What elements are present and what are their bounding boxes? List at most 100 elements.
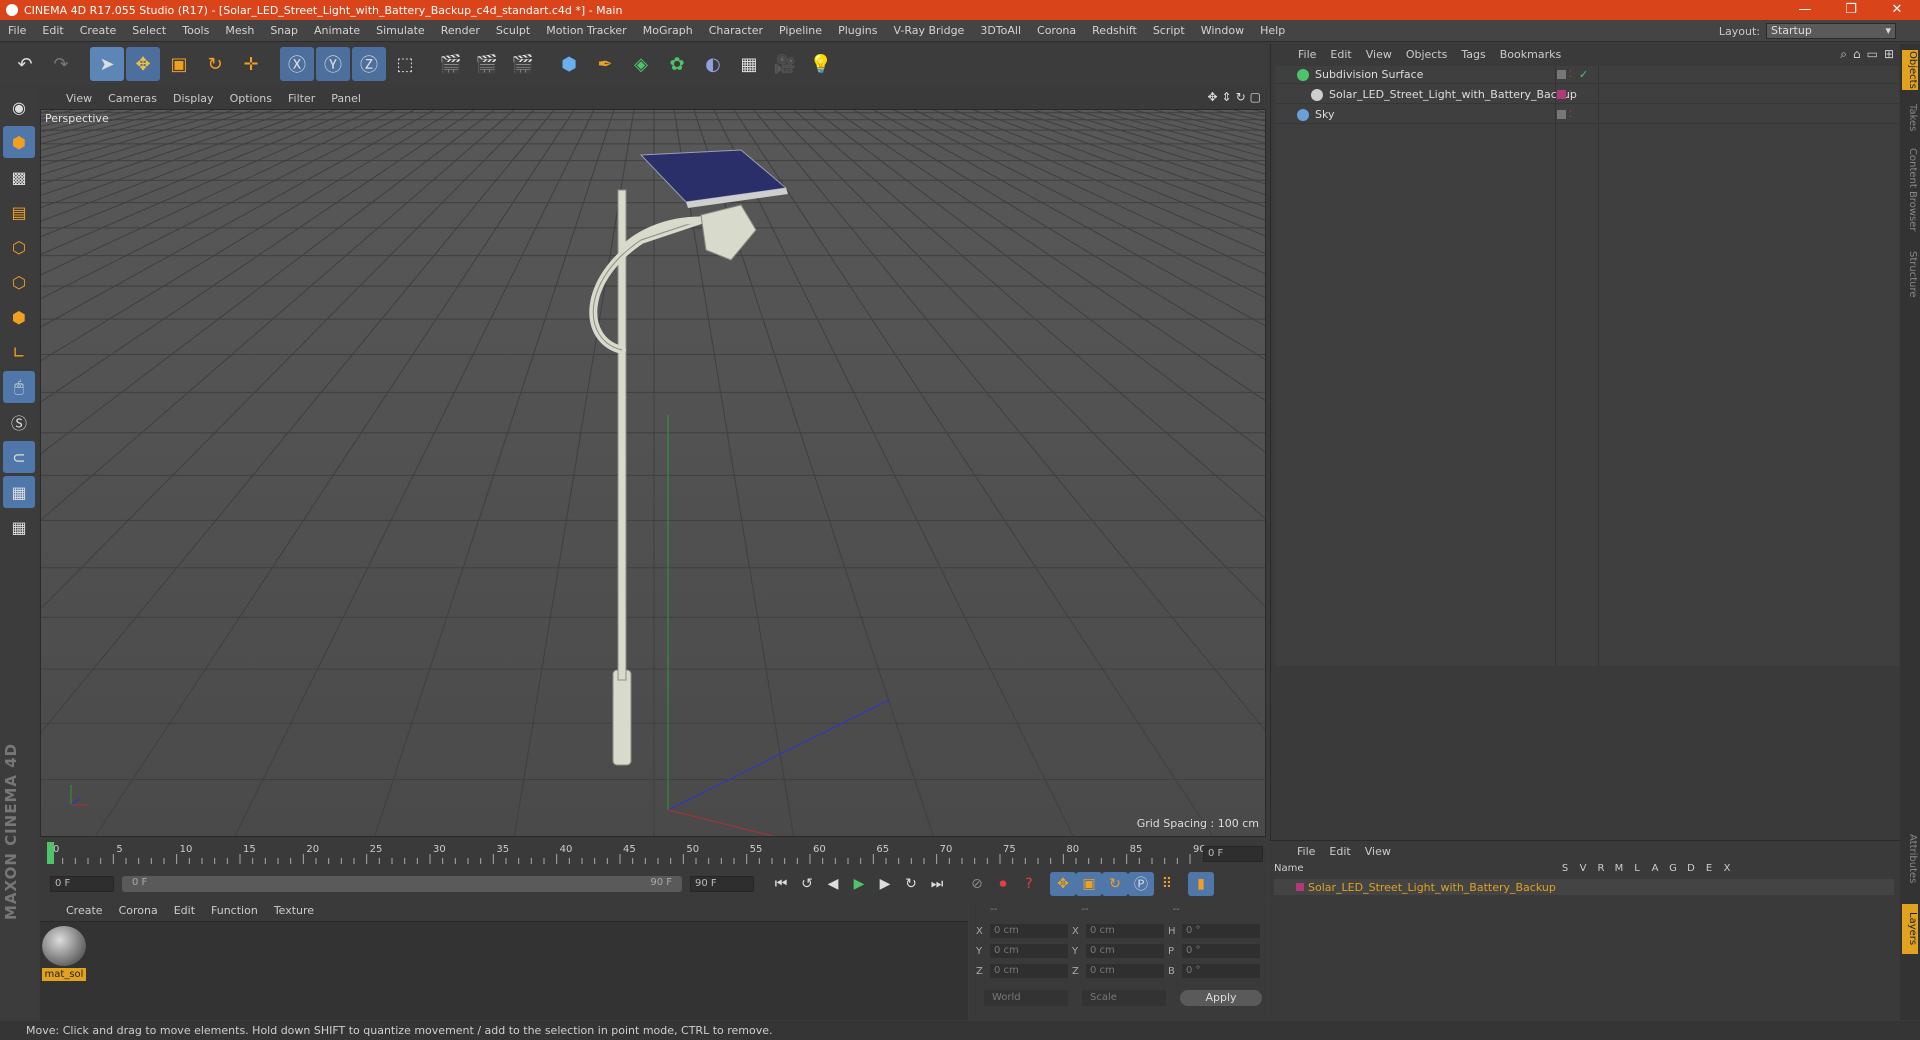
subdivision-button[interactable]: ◈	[624, 47, 658, 81]
material-preview[interactable]	[42, 926, 86, 966]
playhead-marker[interactable]	[47, 842, 54, 864]
key-rotation-button[interactable]: ↻	[1102, 872, 1128, 896]
rotate-view-icon[interactable]: ↻	[1236, 90, 1246, 104]
visibility-dots-icon[interactable]: ⁚	[1569, 70, 1572, 80]
goto-end-button[interactable]: ⏭	[924, 872, 950, 896]
key-position-button[interactable]: ✥	[1050, 872, 1076, 896]
key-param-button[interactable]: Ⓟ	[1128, 872, 1154, 896]
search-icon[interactable]: ⌕	[1840, 47, 1847, 62]
model-mode-button[interactable]: ⬢	[3, 126, 35, 158]
objects-menu-objects[interactable]: Objects	[1399, 48, 1455, 61]
menu-render[interactable]: Render	[433, 24, 488, 37]
menu-sculpt[interactable]: Sculpt	[488, 24, 538, 37]
timeline-layout-button[interactable]: ▮	[1188, 872, 1214, 896]
frame-range-slider[interactable]: 0 F 90 F	[122, 876, 682, 892]
cube-button[interactable]: ⬢	[552, 47, 586, 81]
viewport-menu-filter[interactable]: Filter	[280, 92, 323, 105]
expand-panel-icon[interactable]: ⊞	[1884, 47, 1894, 62]
points-mode-button[interactable]: ⬡	[3, 231, 35, 263]
material-menu-texture[interactable]: Texture	[266, 904, 322, 917]
object-row-subdivision-surface[interactable]: Subdivision Surface ⁚ ✓	[1275, 66, 1899, 84]
side-tab-content-browser[interactable]: Content Browser	[1902, 140, 1918, 240]
viewport-menu-view[interactable]: View	[58, 92, 100, 105]
material-menu-function[interactable]: Function	[203, 904, 266, 917]
y-axis-button[interactable]: Ⓨ	[316, 47, 350, 81]
x-axis-button[interactable]: Ⓧ	[280, 47, 314, 81]
coordinate-value-field[interactable]: 0 cm	[1086, 944, 1164, 958]
layers-menu-edit[interactable]: Edit	[1322, 845, 1357, 858]
scale-tool-button[interactable]: ▣	[162, 47, 196, 81]
move-view-icon[interactable]: ✥	[1207, 90, 1217, 104]
layers-menu-file[interactable]: File	[1290, 845, 1322, 858]
coordinate-value-field[interactable]: 0 cm	[990, 924, 1068, 938]
toggle-view-icon[interactable]: ▢	[1250, 90, 1261, 104]
live-select-button[interactable]: ✛	[234, 47, 268, 81]
restore-button[interactable]: ❐	[1828, 0, 1874, 20]
menu-animate[interactable]: Animate	[306, 24, 368, 37]
deformer-button[interactable]: ◐	[696, 47, 730, 81]
render-view-button[interactable]: 🎬	[434, 47, 468, 81]
object-name[interactable]: Sky	[1315, 108, 1334, 121]
snap-s-button[interactable]: Ⓢ	[3, 406, 35, 438]
home-icon[interactable]: ⌂	[1853, 47, 1861, 62]
key-scale-button[interactable]: ▣	[1076, 872, 1102, 896]
texture-mode-button[interactable]: ▩	[3, 161, 35, 193]
side-tab-objects[interactable]: Objects	[1902, 50, 1918, 90]
apply-button[interactable]: Apply	[1180, 990, 1262, 1006]
play-button[interactable]: ▶	[846, 872, 872, 896]
menu-3dtoall[interactable]: 3DToAll	[972, 24, 1029, 37]
menu-motion-tracker[interactable]: Motion Tracker	[538, 24, 634, 37]
material-menu-edit[interactable]: Edit	[166, 904, 203, 917]
redo-button[interactable]: ↷	[44, 47, 78, 81]
side-tab-attributes[interactable]: Attributes	[1902, 824, 1918, 894]
object-name[interactable]: Subdivision Surface	[1315, 68, 1423, 81]
select-tool-button[interactable]: ➤	[90, 47, 124, 81]
visibility-dots-icon[interactable]: ⁚	[1569, 110, 1572, 120]
coordinate-value-field[interactable]: 0 °	[1182, 924, 1260, 938]
viewport-menu-cameras[interactable]: Cameras	[100, 92, 165, 105]
close-button[interactable]: ✕	[1874, 0, 1920, 20]
rotate-tool-button[interactable]: ↻	[198, 47, 232, 81]
prev-frame-button[interactable]: ◀	[820, 872, 846, 896]
record-off-button[interactable]: ⊘	[964, 872, 990, 896]
prev-key-button[interactable]: ↺	[794, 872, 820, 896]
minimize-button[interactable]: —	[1782, 0, 1828, 20]
minimize-panel-icon[interactable]: ▭	[1867, 47, 1878, 62]
light-button[interactable]: 💡	[804, 47, 838, 81]
layer-name[interactable]: Solar_LED_Street_Light_with_Battery_Back…	[1308, 881, 1556, 894]
menu-script[interactable]: Script	[1145, 24, 1193, 37]
workplane-button[interactable]: ▤	[3, 196, 35, 228]
objects-menu-bookmarks[interactable]: Bookmarks	[1493, 48, 1568, 61]
coordinate-value-field[interactable]: 0 °	[1182, 964, 1260, 978]
objects-menu-edit[interactable]: Edit	[1323, 48, 1358, 61]
move-tool-button[interactable]: ✥	[126, 47, 160, 81]
menu-window[interactable]: Window	[1193, 24, 1252, 37]
side-tab-takes[interactable]: Takes	[1902, 100, 1918, 136]
lock-workplane-button[interactable]: ▦	[3, 476, 35, 508]
coordinate-system-button[interactable]: ⬚	[388, 47, 422, 81]
perspective-viewport[interactable]: Perspective Grid Spacing : 100 cm	[40, 109, 1266, 837]
visibility-dots-icon[interactable]: ⁚	[1569, 90, 1572, 100]
menu-redshift[interactable]: Redshift	[1084, 24, 1145, 37]
viewport-menu-options[interactable]: Options	[222, 92, 280, 105]
make-editable-button[interactable]: ◉	[3, 91, 35, 123]
menu-corona[interactable]: Corona	[1029, 24, 1084, 37]
menu-pipeline[interactable]: Pipeline	[771, 24, 830, 37]
timeline-ruler[interactable]: 0 5 10 15 20 25 30 35 40 45 50 55 60 65 70 75 80 85 90 0 F	[40, 840, 1267, 868]
undo-button[interactable]: ↶	[8, 47, 42, 81]
current-frame-field[interactable]: 0 F	[1203, 846, 1263, 862]
viewport-menu-panel[interactable]: Panel	[323, 92, 369, 105]
start-frame-field[interactable]: 0 F	[50, 876, 114, 892]
polygons-mode-button[interactable]: ⬢	[3, 301, 35, 333]
coordinate-value-field[interactable]: 0 cm	[990, 964, 1068, 978]
viewport-menu-display[interactable]: Display	[165, 92, 222, 105]
object-name[interactable]: Solar_LED_Street_Light_with_Battery_Back…	[1329, 88, 1577, 101]
floor-button[interactable]: ▦	[732, 47, 766, 81]
menu-mograph[interactable]: MoGraph	[635, 24, 701, 37]
coordinate-mode-dropdown[interactable]: World	[984, 990, 1068, 1006]
coordinate-value-field[interactable]: 0 cm	[1086, 924, 1164, 938]
layout-dropdown[interactable]: Startup	[1766, 23, 1896, 39]
side-tab-layers[interactable]: Layers	[1902, 904, 1918, 954]
menu-create[interactable]: Create	[72, 24, 125, 37]
menu-mesh[interactable]: Mesh	[217, 24, 262, 37]
